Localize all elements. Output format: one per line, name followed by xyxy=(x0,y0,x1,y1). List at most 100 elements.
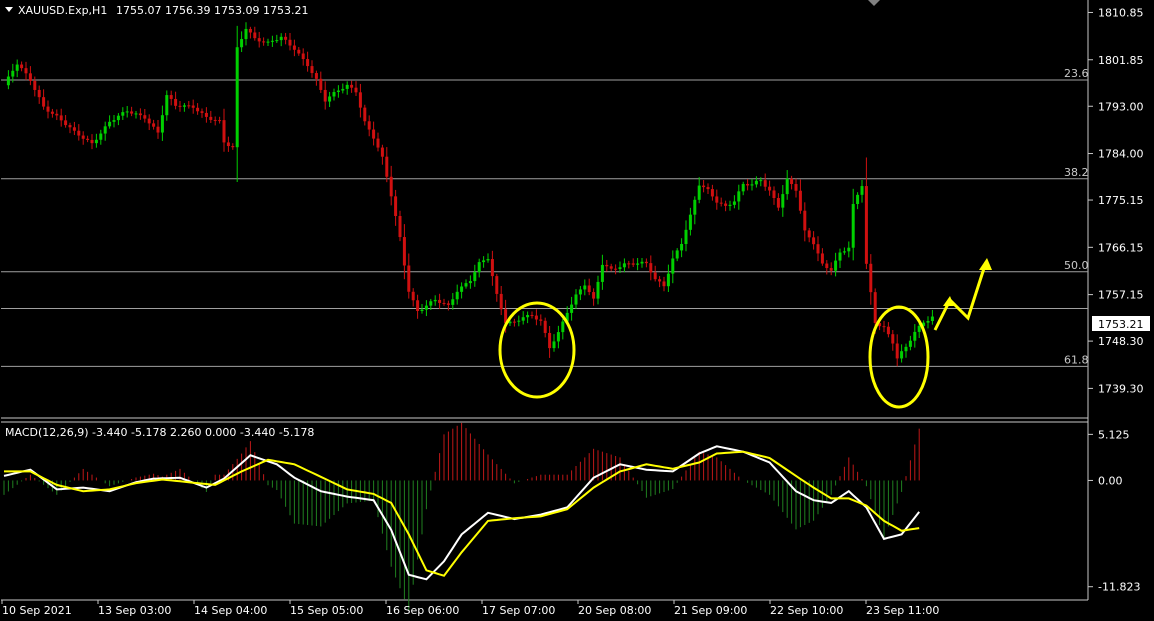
candle-body xyxy=(728,204,732,206)
candle-body xyxy=(587,285,591,293)
candle-body xyxy=(420,309,424,312)
candle-body xyxy=(794,184,798,191)
candle-body xyxy=(539,319,543,321)
candle-body xyxy=(583,285,587,290)
candle-body xyxy=(688,214,692,230)
candle-body xyxy=(191,105,195,108)
candle-body xyxy=(358,92,362,108)
candle-body xyxy=(341,88,345,91)
chart-header: XAUUSD.Exp,H1 1755.07 1756.39 1753.09 17… xyxy=(5,4,308,17)
candle-body xyxy=(499,293,503,310)
candle-body xyxy=(746,183,750,186)
candle-body xyxy=(908,340,912,347)
candle-body xyxy=(424,305,428,310)
candle-body xyxy=(790,178,794,185)
candle-body xyxy=(732,201,736,205)
candle-body xyxy=(785,178,789,195)
candle-body xyxy=(72,127,76,131)
time-tick-label: 22 Sep 10:00 xyxy=(770,604,843,617)
candle-body xyxy=(248,28,252,33)
candle-body xyxy=(680,243,684,251)
candle-body xyxy=(407,265,411,292)
candle-body xyxy=(741,183,745,192)
candle-body xyxy=(94,139,98,144)
candle-body xyxy=(345,84,349,89)
candle-body xyxy=(847,247,851,252)
current-price-marker: 1753.21 xyxy=(1092,316,1150,331)
candle-body xyxy=(182,105,186,107)
candle-body xyxy=(622,263,626,268)
candle-body xyxy=(350,84,354,88)
candle-body xyxy=(367,121,371,130)
time-tick-label: 23 Sep 11:00 xyxy=(866,604,939,617)
candle-body xyxy=(15,64,19,71)
candle-body xyxy=(754,180,758,185)
candle-body xyxy=(468,281,472,284)
candle-body xyxy=(675,250,679,259)
candle-body xyxy=(904,346,908,352)
candle-body xyxy=(860,186,864,195)
candle-body xyxy=(204,112,208,117)
macd-title: MACD(12,26,9) -3.440 -5.178 2.260 0.000 … xyxy=(5,426,314,439)
candle-body xyxy=(460,286,464,292)
candle-body xyxy=(913,331,917,341)
candle-body xyxy=(856,194,860,205)
candle-body xyxy=(851,204,855,248)
time-tick-label: 16 Sep 06:00 xyxy=(386,604,459,617)
candle-body xyxy=(336,90,340,93)
candle-body xyxy=(319,78,323,90)
candle-body xyxy=(763,180,767,187)
candle-body xyxy=(143,115,147,119)
candle-body xyxy=(820,253,824,264)
candle-body xyxy=(618,267,622,269)
candle-body xyxy=(187,105,191,107)
candle-body xyxy=(314,73,318,79)
price-tick-label: 1810.85 xyxy=(1098,6,1144,19)
candle-body xyxy=(292,45,296,50)
fib-label: 38.2 xyxy=(1064,166,1089,179)
candle-body xyxy=(125,111,129,113)
candle-body xyxy=(627,263,631,265)
chart-canvas: 23.6 38.2 50.0 61.8 1810.85 1801.85 1793.00 17… xyxy=(0,0,1154,621)
candle-body xyxy=(11,70,15,77)
price-tick-label: 1793.00 xyxy=(1098,100,1144,113)
candle-body xyxy=(433,299,437,302)
candle-body xyxy=(834,260,838,271)
candle-body xyxy=(438,299,442,303)
candle-body xyxy=(530,315,534,317)
time-tick-label: 21 Sep 09:00 xyxy=(674,604,747,617)
candle-body xyxy=(310,66,314,74)
candle-body xyxy=(803,210,807,231)
candle-body xyxy=(768,186,772,191)
candle-body xyxy=(226,142,230,147)
candle-body xyxy=(825,263,829,269)
candle-body xyxy=(174,98,178,106)
candle-body xyxy=(363,107,367,122)
candle-body xyxy=(614,268,618,270)
candle-body xyxy=(160,115,164,133)
candle-body xyxy=(244,28,248,40)
candle-body xyxy=(59,115,63,121)
candle-body xyxy=(644,261,648,264)
candle-body xyxy=(548,332,552,349)
candle-body xyxy=(697,185,701,200)
candle-body xyxy=(662,281,666,287)
candle-body xyxy=(442,302,446,304)
candle-body xyxy=(394,196,398,217)
candle-body xyxy=(218,120,222,122)
candle-body xyxy=(222,120,226,143)
candle-body xyxy=(270,40,274,42)
candle-body xyxy=(636,263,640,265)
price-tick-label: 1775.15 xyxy=(1098,194,1144,207)
candle-body xyxy=(521,317,525,321)
price-tick-label: 1766.15 xyxy=(1098,241,1144,254)
candle-body xyxy=(372,129,376,139)
candle-body xyxy=(455,291,459,300)
time-tick-label: 14 Sep 04:00 xyxy=(194,604,267,617)
candle-body xyxy=(543,320,547,333)
candle-body xyxy=(385,156,389,177)
candle-body xyxy=(891,334,895,344)
candle-body xyxy=(165,95,169,116)
candle-body xyxy=(649,263,653,273)
candle-body xyxy=(552,341,556,349)
